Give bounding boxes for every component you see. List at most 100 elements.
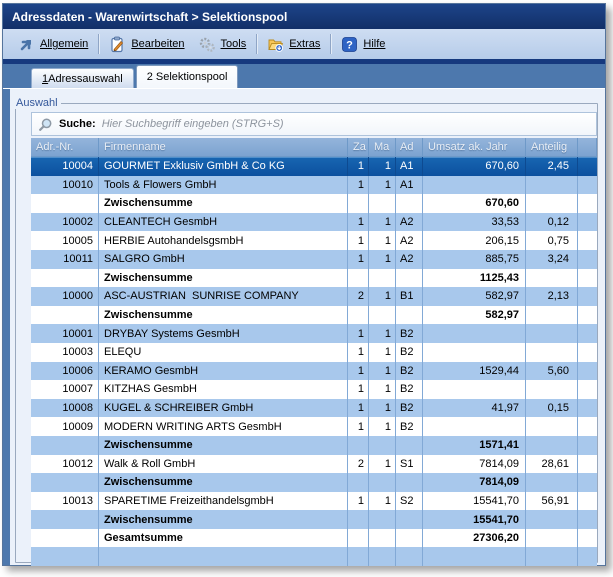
allgemein-button[interactable]: Allgemein — [11, 33, 95, 56]
table-row[interactable]: 10002CLEANTECH GesmbH11A233,530,12 — [31, 213, 597, 232]
cell-za — [348, 194, 369, 213]
cell-ad: B2 — [396, 362, 423, 381]
table-row[interactable]: 10005HERBIE AutohandelsgsmbH11A2206,150,… — [31, 231, 597, 250]
subtotal-row[interactable]: Zwischensumme1571,41 — [31, 436, 597, 455]
cell-anteilig — [526, 380, 578, 399]
table-row[interactable]: 10000ASC-AUSTRIAN SUNRISE COMPANY21B1582… — [31, 287, 597, 306]
subtotal-value: 1125,43 — [423, 269, 526, 288]
total-row[interactable]: Gesamtsumme27306,20 — [31, 529, 597, 548]
cell-adr-nr — [31, 436, 99, 455]
cell-anteilig: 3,24 — [526, 250, 578, 269]
table-row[interactable]: 10012Walk & Roll GmbH21S17814,0928,61 — [31, 455, 597, 474]
cell-ma: 1 — [369, 250, 396, 269]
cell-adr-nr — [31, 473, 99, 492]
cell-ma: 1 — [369, 492, 396, 511]
hilfe-button[interactable]: ? Hilfe — [334, 33, 392, 56]
column-header-nr[interactable]: Adr.-Nr. — [31, 138, 99, 156]
subtotal-row[interactable]: Zwischensumme7814,09 — [31, 473, 597, 492]
cell-firmenname: KITZHAS GesmbH — [99, 380, 348, 399]
cell-ad: A1 — [396, 157, 423, 176]
table-row[interactable]: 10013SPARETIME FreizeithandelsgmbH11S215… — [31, 492, 597, 511]
cell-ad — [396, 510, 423, 529]
table-row[interactable]: 10004GOURMET Exklusiv GmbH & Co KG11A167… — [31, 157, 597, 176]
cell-za: 1 — [348, 362, 369, 381]
cell-za: 1 — [348, 492, 369, 511]
cell-za: 2 — [348, 455, 369, 474]
bearbeiten-button[interactable]: Bearbeiten — [102, 33, 191, 56]
cell-ad: A2 — [396, 250, 423, 269]
cell-ma: 1 — [369, 399, 396, 418]
column-header-anteil[interactable]: Anteilig — [526, 138, 578, 156]
table-row[interactable]: 10009MODERN WRITING ARTS GesmbH11B2 — [31, 417, 597, 436]
hilfe-label: Hilfe — [363, 38, 385, 50]
extras-button[interactable]: Extras — [260, 33, 327, 56]
cell-adr-nr — [31, 269, 99, 288]
subtotal-row[interactable]: Zwischensumme582,97 — [31, 306, 597, 325]
cell-za — [348, 436, 369, 455]
cell-umsatz: 15541,70 — [423, 492, 526, 511]
tab-adressauswahl-label: Adressauswahl — [48, 73, 123, 85]
subtotal-label: Zwischensumme — [99, 436, 348, 455]
cell-umsatz: 41,97 — [423, 399, 526, 418]
column-header-ma[interactable]: Ma — [369, 138, 396, 156]
cell-umsatz — [423, 324, 526, 343]
cell-ma — [369, 269, 396, 288]
tab-selektionspool[interactable]: 2 Selektionspool — [136, 65, 239, 88]
cell-umsatz: 582,97 — [423, 287, 526, 306]
table-row[interactable]: 10011SALGRO GmbH11A2885,753,24 — [31, 250, 597, 269]
cell-adr-nr: 10012 — [31, 455, 99, 474]
cell-ma: 1 — [369, 362, 396, 381]
cell-end — [578, 194, 597, 213]
toolbar-separator — [98, 34, 99, 54]
tab-adressauswahl[interactable]: 1 Adressauswahl — [31, 68, 134, 88]
search-input[interactable]: Suche: Hier Suchbegriff eingeben (STRG+S… — [31, 112, 597, 136]
subtotal-row[interactable]: Zwischensumme15541,70 — [31, 510, 597, 529]
cell-za: 1 — [348, 213, 369, 232]
svg-text:?: ? — [347, 39, 354, 51]
column-header-za[interactable]: Za — [348, 138, 369, 156]
table-row[interactable]: 10008KUGEL & SCHREIBER GmbH11B241,970,15 — [31, 399, 597, 418]
cell-firmenname: Tools & Flowers GmbH — [99, 176, 348, 195]
column-header-name[interactable]: Firmenname — [99, 138, 348, 156]
table-row[interactable]: 10003ELEQU11B2 — [31, 343, 597, 362]
table-row[interactable]: 10007KITZHAS GesmbH11B2 — [31, 380, 597, 399]
cell-ad: B1 — [396, 287, 423, 306]
cell-firmenname: ELEQU — [99, 343, 348, 362]
cell-firmenname: HERBIE AutohandelsgsmbH — [99, 231, 348, 250]
cell-umsatz — [423, 417, 526, 436]
cell-ad: A2 — [396, 213, 423, 232]
cell-end — [578, 306, 597, 325]
total-label: Gesamtsumme — [99, 529, 348, 548]
tools-button[interactable]: Tools — [192, 33, 254, 56]
cell-ad — [396, 436, 423, 455]
column-header-ad[interactable]: Ad — [396, 138, 423, 156]
cell-ad — [396, 194, 423, 213]
extras-label: Extras — [289, 38, 320, 50]
cell-end — [578, 250, 597, 269]
table-row[interactable]: 10010Tools & Flowers GmbH11A1 — [31, 176, 597, 195]
subtotal-row[interactable]: Zwischensumme1125,43 — [31, 269, 597, 288]
cell-ad: B2 — [396, 417, 423, 436]
table-row[interactable]: 10006KERAMO GesmbH11B21529,445,60 — [31, 362, 597, 381]
cell-adr-nr: 10003 — [31, 343, 99, 362]
empty-row[interactable] — [31, 547, 597, 566]
cell-end — [578, 455, 597, 474]
cell-za: 1 — [348, 176, 369, 195]
search-label: Suche: — [59, 118, 96, 130]
table-row[interactable]: 10001DRYBAY Systems GesmbH11B2 — [31, 324, 597, 343]
cell-empty — [348, 547, 369, 566]
cell-ad: A2 — [396, 231, 423, 250]
cell-za: 1 — [348, 324, 369, 343]
cell-anteilig: 2,13 — [526, 287, 578, 306]
subtotal-row[interactable]: Zwischensumme670,60 — [31, 194, 597, 213]
cell-firmenname: Walk & Roll GmbH — [99, 455, 348, 474]
cell-ma — [369, 306, 396, 325]
cell-za: 1 — [348, 231, 369, 250]
cell-firmenname: CLEANTECH GesmbH — [99, 213, 348, 232]
cell-anteilig: 0,75 — [526, 231, 578, 250]
panel-left-border — [3, 89, 10, 565]
cell-umsatz: 7814,09 — [423, 455, 526, 474]
cell-adr-nr: 10010 — [31, 176, 99, 195]
column-header-umsatz[interactable]: Umsatz ak. Jahr — [423, 138, 526, 156]
cell-adr-nr: 10007 — [31, 380, 99, 399]
